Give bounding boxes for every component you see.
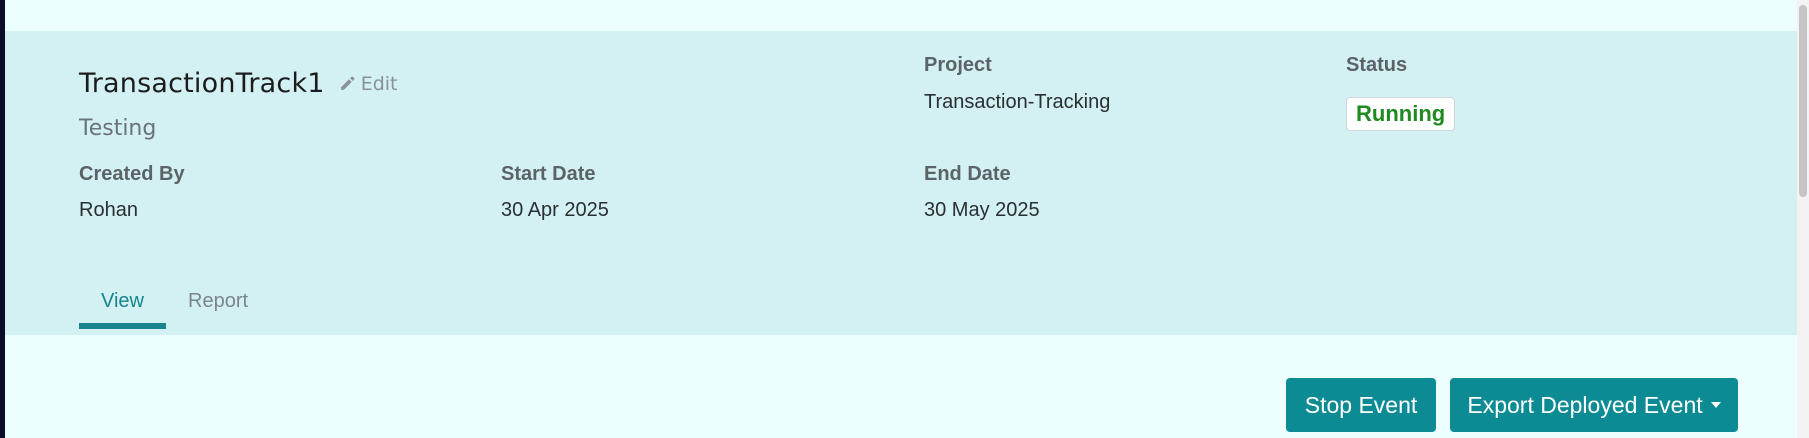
tab-report[interactable]: Report: [166, 286, 270, 329]
project-value: Transaction-Tracking: [924, 91, 1111, 113]
project-label: Project: [924, 54, 992, 76]
status-label: Status: [1346, 54, 1408, 76]
event-title: TransactionTrack1: [79, 68, 325, 99]
caret-down-icon: [1710, 402, 1721, 408]
status-badge: Running: [1346, 97, 1456, 131]
start-date-label: Start Date: [501, 163, 596, 185]
created-by-label: Created By: [79, 163, 185, 185]
pencil-icon: [340, 76, 355, 90]
edit-link[interactable]: Edit: [339, 73, 398, 95]
export-deployed-event-button[interactable]: Export Deployed Event: [1450, 378, 1738, 432]
end-date-label: End Date: [924, 163, 1011, 185]
stop-event-label: Stop Event: [1304, 391, 1418, 418]
created-by-value: Rohan: [79, 199, 138, 221]
end-date-value: 30 May 2025: [924, 199, 1040, 221]
event-tabs: View Report: [79, 286, 270, 329]
vertical-scrollbar[interactable]: [1797, 0, 1809, 438]
stop-event-button[interactable]: Stop Event: [1286, 378, 1436, 432]
start-date-value: 30 Apr 2025: [501, 199, 609, 221]
edit-link-label: Edit: [360, 72, 398, 95]
tab-view[interactable]: View: [79, 286, 166, 329]
event-title-row: TransactionTrack1 Edit: [79, 68, 398, 99]
event-environment: Testing: [79, 116, 157, 141]
export-deployed-event-label: Export Deployed Event: [1467, 391, 1703, 418]
scrollbar-thumb[interactable]: [1799, 5, 1807, 197]
